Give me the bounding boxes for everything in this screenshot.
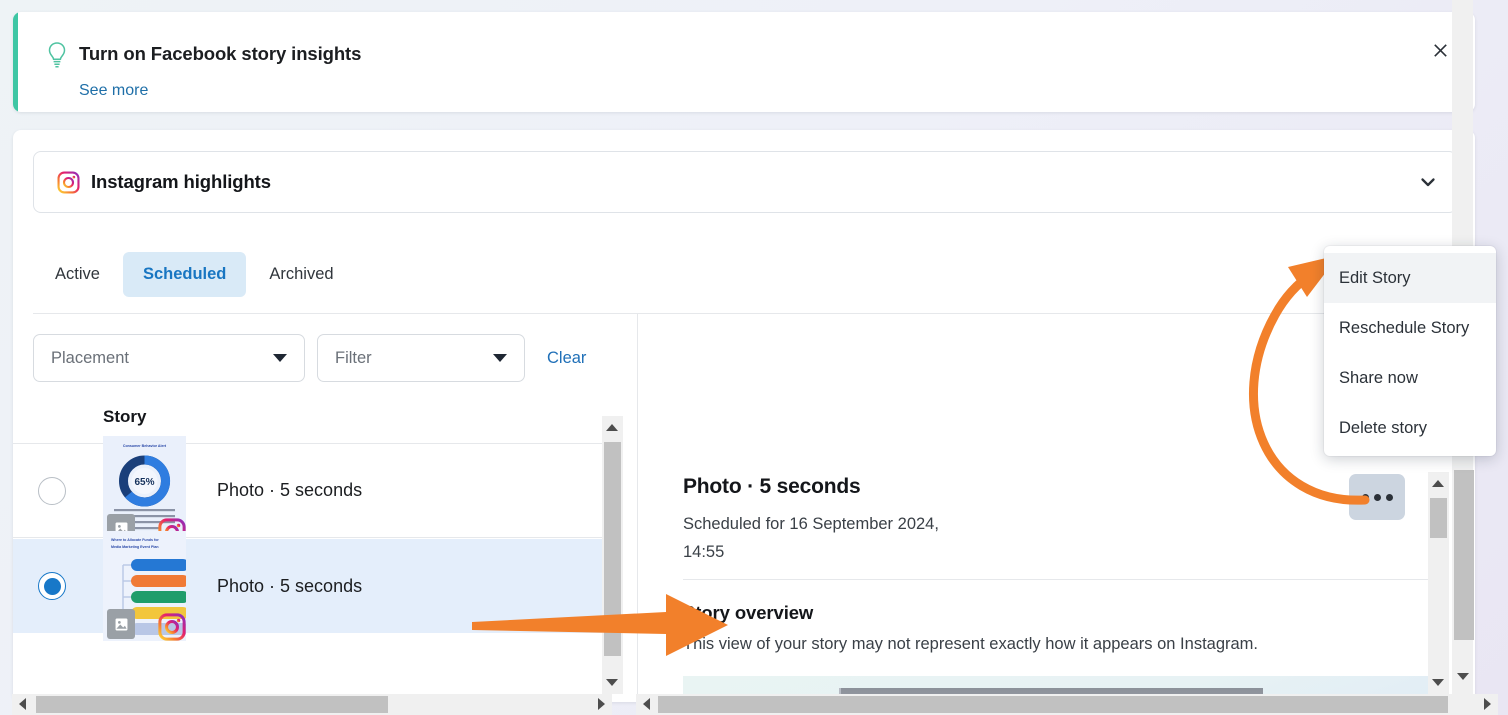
story-detail-horizontal-scrollbar[interactable] [636,694,1498,715]
tab-scheduled[interactable]: Scheduled [122,252,247,297]
svg-text:65%: 65% [134,477,154,488]
column-header-story: Story [103,407,147,426]
story-item-label: Photo · 5 seconds [217,575,363,596]
scrollbar-thumb[interactable] [658,696,1448,713]
menu-item-reschedule-story[interactable]: Reschedule Story [1324,303,1496,353]
svg-text:Consumer Behavior Alert: Consumer Behavior Alert [123,444,167,448]
story-thumbnail: Consumer Behavior Alert 65% [103,435,186,546]
filter-bar: Placement Filter Clear [33,334,586,382]
filter-select[interactable]: Filter [317,334,525,382]
scroll-right-arrow[interactable] [1484,698,1491,710]
image-badge-icon [107,609,135,639]
menu-item-edit-story[interactable]: Edit Story [1324,253,1496,303]
story-list-horizontal-scrollbar[interactable] [12,694,612,715]
banner-title: Turn on Facebook story insights [79,43,362,64]
insights-banner: Turn on Facebook story insights See more [13,12,1475,112]
story-context-menu: Edit Story Reschedule Story Share now De… [1324,246,1496,456]
story-overview-title: Story overview [683,602,814,623]
story-list-item-1[interactable]: Consumer Behavior Alert 65% Photo · 5 se… [13,435,614,546]
chevron-down-icon [273,354,287,362]
scroll-down-arrow[interactable] [1432,679,1444,686]
scrollbar-thumb[interactable] [604,442,621,656]
account-title: Instagram highlights [91,171,271,192]
instagram-icon [57,170,80,194]
scroll-down-arrow[interactable] [606,679,618,686]
story-select-radio[interactable] [38,476,66,505]
lightbulb-icon [44,40,70,70]
scrollbar-thumb[interactable] [1430,498,1447,538]
detail-divider [683,579,1435,580]
tab-archived[interactable]: Archived [249,252,353,297]
detail-title: Photo · 5 seconds [683,475,861,498]
scroll-up-arrow[interactable] [1432,480,1444,487]
scrollbar-thumb[interactable] [1454,470,1474,640]
instagram-icon [158,613,186,641]
scroll-left-arrow[interactable] [19,698,26,710]
clear-filters-link[interactable]: Clear [547,349,586,368]
svg-text:Where to Allocate Funds for: Where to Allocate Funds for [111,538,159,542]
menu-item-share-now[interactable]: Share now [1324,353,1496,403]
chevron-down-icon[interactable] [1417,171,1439,193]
placement-select[interactable]: Placement [33,334,305,382]
story-more-options-button[interactable] [1349,474,1405,520]
account-header-instagram-highlights[interactable]: Instagram highlights [33,151,1457,213]
story-status-tabs: Active Scheduled Archived [35,252,354,297]
see-more-link[interactable]: See more [79,82,148,100]
stories-card: Instagram highlights Active Scheduled Ar… [13,130,1475,702]
story-detail-vertical-scrollbar[interactable] [1428,472,1449,694]
detail-scheduled-time: Scheduled for 16 September 2024, 14:55 [683,515,939,561]
scroll-left-arrow[interactable] [643,698,650,710]
svg-text:Media Marketing Event Plan: Media Marketing Event Plan [111,545,159,549]
story-select-radio[interactable] [38,572,66,600]
story-list-item-2[interactable]: Where to Allocate Funds for Media Market… [13,531,614,641]
banner-accent-bar [13,12,18,112]
story-thumbnail: Where to Allocate Funds for Media Market… [103,531,186,641]
story-list-pane: Placement Filter Clear Story Consumer Be… [13,314,637,702]
placement-select-label: Placement [51,348,129,367]
ellipsis-icon [1361,493,1369,501]
tab-active[interactable]: Active [35,252,120,297]
app-root: Turn on Facebook story insights See more [0,0,1508,715]
ellipsis-icon [1385,493,1393,501]
story-item-label: Photo · 5 seconds [217,480,363,500]
scroll-down-arrow[interactable] [1457,673,1469,680]
scroll-up-arrow[interactable] [606,424,618,431]
story-overview-subtitle: This view of your story may not represen… [683,635,1259,653]
menu-item-delete-story[interactable]: Delete story [1324,403,1496,453]
scroll-right-arrow[interactable] [598,698,605,710]
story-list-vertical-scrollbar[interactable] [602,416,623,694]
scrollbar-thumb[interactable] [36,696,388,713]
ellipsis-icon [1373,493,1381,501]
filter-select-label: Filter [335,348,372,367]
chevron-down-icon [493,354,507,362]
